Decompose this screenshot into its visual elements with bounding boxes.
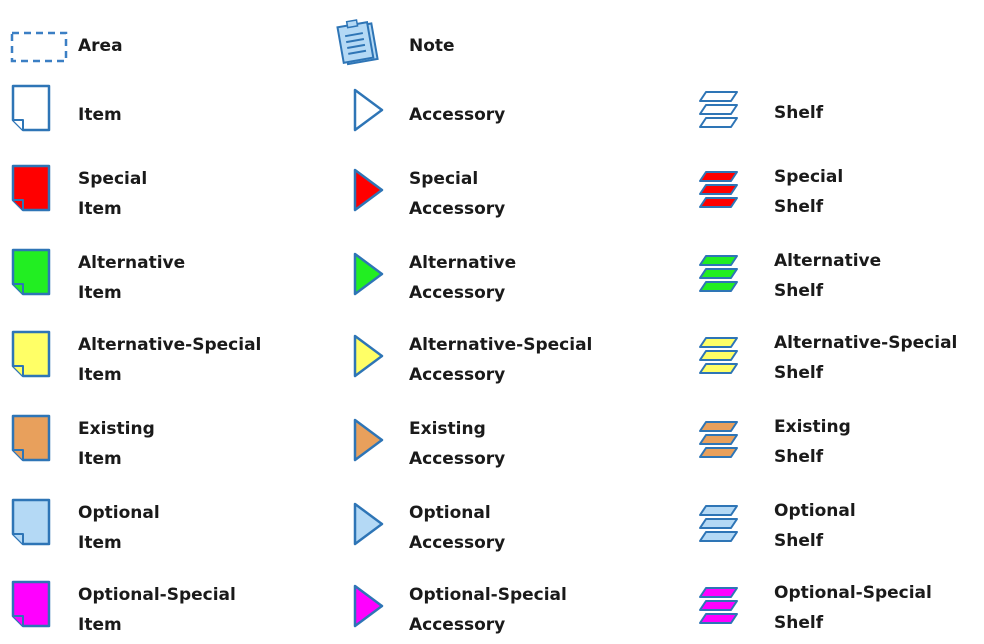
- special-shelf-icon: [699, 171, 738, 208]
- optional-special-item-label-line: Item: [78, 615, 122, 635]
- standard-accessory-label-line: Accessory: [409, 105, 506, 125]
- optional-special-accessory-icon: [353, 584, 384, 628]
- existing-shelf-label-line: Existing: [774, 417, 851, 437]
- existing-accessory-label-line: Accessory: [409, 449, 506, 469]
- optional-special-item-icon: [11, 580, 51, 628]
- optional-special-shelf-label: Optional-Special Shelf: [774, 578, 932, 638]
- existing-item-label-line: Existing: [78, 419, 155, 439]
- optional-special-accessory-label: Optional-Special Accessory: [409, 580, 567, 640]
- optional-accessory-label: Optional Accessory: [409, 498, 505, 558]
- optional-special-shelf-label-line: Shelf: [774, 613, 824, 633]
- standard-item-label: Item: [78, 100, 122, 130]
- alternative-shelf-icon: [699, 255, 738, 292]
- optional-special-accessory-label-line: Accessory: [409, 615, 506, 635]
- alternative-special-shelf-label-line: Alternative-Special: [774, 333, 958, 353]
- special-item-icon: [11, 164, 51, 212]
- optional-item-label-line: Item: [78, 533, 122, 553]
- standard-item-label-line: Item: [78, 105, 122, 125]
- alternative-accessory-label: Alternative Accessory: [409, 248, 516, 308]
- standard-shelf-icon: [699, 91, 738, 128]
- optional-special-item-label-line: Optional-Special: [78, 585, 236, 605]
- alternative-special-accessory-label-line: Accessory: [409, 365, 506, 385]
- alternative-special-accessory-label-line: Alternative-Special: [409, 335, 593, 355]
- existing-item-label-line: Item: [78, 449, 122, 469]
- special-item-label: Special Item: [78, 164, 147, 224]
- standard-accessory-icon: [353, 88, 384, 132]
- optional-special-accessory-label-line: Optional-Special: [409, 585, 567, 605]
- alternative-item-label-line: Alternative: [78, 253, 186, 273]
- standard-item-icon: [11, 84, 51, 132]
- alternative-shelf-label-line: Alternative: [774, 251, 882, 271]
- optional-shelf-icon: [699, 505, 738, 542]
- alternative-special-shelf-label: Alternative-Special Shelf: [774, 328, 957, 388]
- existing-item-label: Existing Item: [78, 414, 155, 474]
- optional-shelf-label-line: Shelf: [774, 531, 824, 551]
- existing-accessory-icon: [353, 418, 384, 462]
- alternative-special-item-icon: [11, 330, 51, 378]
- alternative-accessory-label-line: Alternative: [409, 253, 517, 273]
- note-label: Note: [409, 36, 455, 56]
- special-accessory-label-line: Accessory: [409, 199, 506, 219]
- standard-shelf-label: Shelf: [774, 98, 823, 128]
- alternative-accessory-icon: [353, 252, 384, 296]
- optional-shelf-label-line: Optional: [774, 501, 856, 521]
- special-shelf-label-line: Shelf: [774, 197, 824, 217]
- alternative-special-item-label-line: Alternative-Special: [78, 335, 262, 355]
- alternative-item-label: Alternative Item: [78, 248, 185, 308]
- alternative-special-item-label: Alternative-Special Item: [78, 330, 261, 390]
- existing-shelf-label: Existing Shelf: [774, 412, 851, 472]
- special-accessory-label: Special Accessory: [409, 164, 505, 224]
- special-accessory-label-line: Special: [409, 169, 479, 189]
- existing-shelf-label-line: Shelf: [774, 447, 824, 467]
- optional-item-icon: [11, 498, 51, 546]
- alternative-special-shelf-label-line: Shelf: [774, 363, 824, 383]
- alternative-special-accessory-label: Alternative-Special Accessory: [409, 330, 592, 390]
- optional-accessory-label-line: Accessory: [409, 533, 506, 553]
- existing-item-icon: [11, 414, 51, 462]
- existing-accessory-label: Existing Accessory: [409, 414, 505, 474]
- standard-shelf-label-line: Shelf: [774, 103, 824, 123]
- alternative-shelf-label: Alternative Shelf: [774, 246, 881, 306]
- optional-item-label-line: Optional: [78, 503, 160, 523]
- standard-accessory-label: Accessory: [409, 100, 505, 130]
- legend-entry-note: Note: [0, 0, 560, 80]
- optional-accessory-label-line: Optional: [409, 503, 491, 523]
- existing-accessory-label-line: Existing: [409, 419, 486, 439]
- optional-item-label: Optional Item: [78, 498, 160, 558]
- optional-shelf-label: Optional Shelf: [774, 496, 856, 556]
- special-accessory-icon: [353, 168, 384, 212]
- optional-special-item-label: Optional-Special Item: [78, 580, 236, 640]
- alternative-special-shelf-icon: [699, 337, 738, 374]
- alternative-item-label-line: Item: [78, 283, 122, 303]
- special-shelf-label-line: Special: [774, 167, 844, 187]
- alternative-shelf-label-line: Shelf: [774, 281, 824, 301]
- alternative-accessory-label-line: Accessory: [409, 283, 506, 303]
- legend-diagram: Area Note Item Accessory Shelf Special Item S…: [0, 0, 984, 644]
- special-item-label-line: Special: [78, 169, 148, 189]
- optional-special-shelf-icon: [699, 587, 738, 624]
- alternative-special-item-label-line: Item: [78, 365, 122, 385]
- optional-accessory-icon: [353, 502, 384, 546]
- alternative-item-icon: [11, 248, 51, 296]
- optional-special-shelf-label-line: Optional-Special: [774, 583, 932, 603]
- special-shelf-label: Special Shelf: [774, 162, 843, 222]
- special-item-label-line: Item: [78, 199, 122, 219]
- existing-shelf-icon: [699, 421, 738, 458]
- alternative-special-accessory-icon: [353, 334, 384, 378]
